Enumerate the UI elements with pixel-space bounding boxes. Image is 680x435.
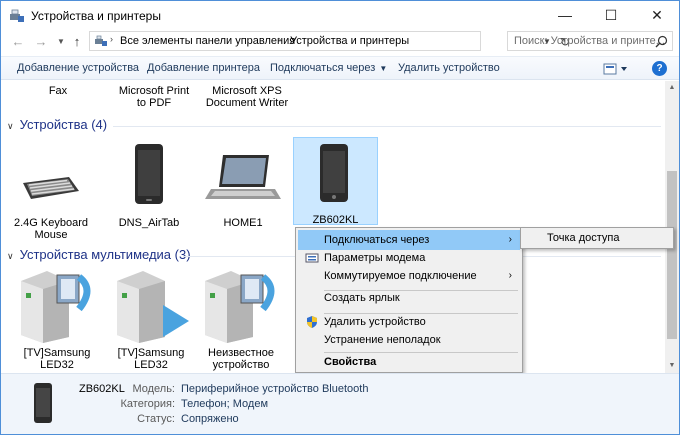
- devices-printers-window: Устройства и принтеры — ☐ ✕ ← → ▼ ↑ › Вс…: [0, 0, 680, 435]
- media-server-icon[interactable]: [113, 269, 195, 343]
- forward-arrow-icon[interactable]: →: [33, 33, 49, 51]
- multimedia-group-title: Устройства мультимедиа (3): [19, 247, 191, 262]
- keyboard-icon[interactable]: [19, 173, 81, 203]
- details-category-key: Категория:: [120, 398, 175, 410]
- uac-shield-icon: [307, 316, 317, 328]
- media-device-2-label[interactable]: [TV]Samsung LED32: [109, 347, 193, 371]
- devices-group-title: Устройства (4): [19, 117, 108, 132]
- submenu-access-point[interactable]: Точка доступа: [523, 229, 671, 247]
- control-panel-icon: [95, 35, 107, 46]
- breadcrumb-separator-icon[interactable]: ›: [110, 34, 113, 44]
- details-category-value: Телефон; Модем: [181, 398, 269, 410]
- printer-pdf-label[interactable]: Microsoft Print to PDF: [109, 85, 199, 109]
- laptop-icon[interactable]: [205, 153, 281, 203]
- menu-remove-device-label: Удалить устройство: [324, 316, 426, 328]
- group-divider: [183, 256, 295, 257]
- command-bar: Добавление устройства Добавление принтер…: [1, 56, 679, 80]
- connect-via-label: Подключаться через: [270, 62, 376, 74]
- collapse-chevron-icon[interactable]: ∨: [7, 251, 14, 261]
- media-server-icon[interactable]: [201, 269, 283, 343]
- dropdown-arrow-icon: ▼: [379, 64, 388, 73]
- tablet-icon[interactable]: [133, 143, 165, 205]
- navigation-bar: ← → ▼ ↑ › Все элементы панели управления…: [1, 31, 679, 53]
- details-model-value: Периферийное устройство Bluetooth: [181, 383, 369, 395]
- remove-device-button[interactable]: Удалить устройство: [398, 62, 500, 74]
- recent-locations-chevron-icon[interactable]: ▼: [53, 33, 69, 51]
- back-arrow-icon[interactable]: ←: [10, 33, 26, 51]
- group-divider: [113, 126, 661, 127]
- group-divider: [523, 256, 661, 257]
- connect-via-button[interactable]: Подключаться через ▼: [270, 62, 387, 74]
- close-button[interactable]: ✕: [634, 1, 679, 31]
- details-status-value: Сопряжено: [181, 413, 239, 425]
- menu-properties[interactable]: Свойства: [298, 352, 520, 372]
- search-icon[interactable]: [655, 35, 668, 48]
- menu-properties-label: Свойства: [324, 356, 377, 368]
- menu-dialup-label: Коммутируемое подключение: [324, 270, 477, 282]
- menu-connect-via-label: Подключаться через: [324, 234, 430, 246]
- menu-remove-device[interactable]: Удалить устройство: [298, 312, 520, 332]
- details-model-key: Модель:: [132, 383, 175, 395]
- scrollbar-thumb[interactable]: [667, 171, 677, 339]
- menu-create-shortcut-label: Создать ярлык: [324, 292, 400, 304]
- details-status-key: Статус:: [137, 413, 175, 425]
- device-phone-label[interactable]: ZB602KL: [293, 214, 378, 226]
- phone-icon[interactable]: [319, 143, 349, 203]
- collapse-chevron-icon[interactable]: ∨: [7, 121, 14, 131]
- menu-create-shortcut[interactable]: Создать ярлык: [298, 288, 520, 308]
- change-view-icon[interactable]: [603, 62, 629, 76]
- minimize-button[interactable]: —: [542, 1, 588, 31]
- menu-modem-params[interactable]: Параметры модема: [298, 248, 520, 268]
- maximize-button[interactable]: ☐: [588, 1, 634, 31]
- menu-modem-params-label: Параметры модема: [324, 252, 426, 264]
- submenu-arrow-icon: ›: [508, 234, 512, 245]
- device-tablet-label[interactable]: DNS_AirTab: [109, 217, 189, 229]
- details-pane: ZB602KL Модель: Периферийное устройство …: [1, 373, 679, 434]
- search-box[interactable]: Поиск: Устройства и принте...: [507, 31, 673, 51]
- menu-dialup[interactable]: Коммутируемое подключение ›: [298, 266, 520, 286]
- connect-via-submenu: Точка доступа: [520, 227, 674, 249]
- device-keyboard-label[interactable]: 2.4G Keyboard Mouse: [11, 217, 91, 241]
- devices-group-header[interactable]: ∨ Устройства (4): [7, 117, 107, 132]
- devices-printers-icon: [10, 9, 24, 22]
- submenu-arrow-icon: ›: [508, 270, 512, 281]
- address-bar[interactable]: › Все элементы панели управления › Устро…: [89, 31, 570, 51]
- context-menu: Подключаться через › Параметры модема Ко…: [295, 227, 523, 373]
- media-server-icon[interactable]: [17, 269, 99, 343]
- printer-fax-label[interactable]: Fax: [21, 85, 95, 97]
- media-device-3-label[interactable]: Неизвестное устройство: [199, 347, 283, 371]
- add-printer-button[interactable]: Добавление принтера: [147, 62, 260, 74]
- scroll-down-arrow-icon[interactable]: ▼: [665, 359, 679, 373]
- phone-icon: [34, 383, 52, 423]
- menu-connect-via[interactable]: Подключаться через ›: [298, 230, 520, 250]
- menu-troubleshoot[interactable]: Устранение неполадок: [298, 330, 520, 350]
- help-icon[interactable]: ?: [652, 61, 667, 76]
- search-input[interactable]: Поиск: Устройства и принте...: [514, 35, 665, 47]
- device-laptop-label[interactable]: HOME1: [203, 217, 283, 229]
- add-device-button[interactable]: Добавление устройства: [17, 62, 139, 74]
- breadcrumb-separator-icon[interactable]: ›: [278, 34, 281, 44]
- printer-xps-label[interactable]: Microsoft XPS Document Writer: [197, 85, 297, 109]
- scroll-up-arrow-icon[interactable]: ▲: [665, 81, 679, 95]
- window-title: Устройства и принтеры: [31, 9, 161, 23]
- breadcrumb-devices-printers[interactable]: Устройства и принтеры: [290, 35, 409, 47]
- media-device-1-label[interactable]: [TV]Samsung LED32: [15, 347, 99, 371]
- multimedia-group-header[interactable]: ∨ Устройства мультимедиа (3): [7, 247, 191, 262]
- up-arrow-icon[interactable]: ↑: [69, 33, 85, 51]
- title-bar: Устройства и принтеры — ☐ ✕: [1, 1, 679, 31]
- modem-icon: [305, 253, 319, 263]
- menu-troubleshoot-label: Устранение неполадок: [324, 334, 441, 346]
- breadcrumb-control-panel[interactable]: Все элементы панели управления: [120, 35, 295, 47]
